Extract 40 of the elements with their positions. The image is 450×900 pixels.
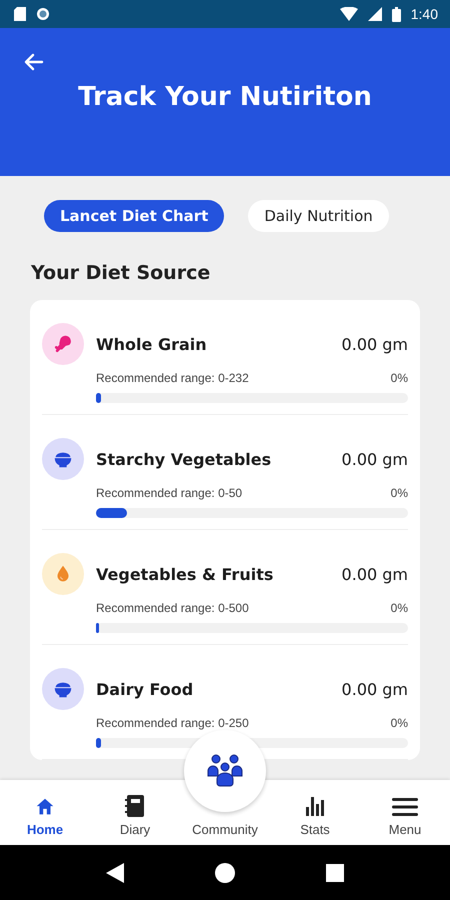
notebook-icon [124,794,146,818]
tab[interactable]: Lancet Diet Chart [44,200,224,232]
back-icon[interactable] [106,862,124,882]
food-amount: 0.00 gm [342,680,408,698]
percent-value: 0% [390,371,408,385]
food-name: Whole Grain [96,334,208,354]
signal-icon [368,7,382,21]
food-name: Dairy Food [96,680,194,698]
percent-value: 0% [390,486,408,500]
wifi-icon [340,7,358,21]
battery-icon [392,6,401,22]
nav-item[interactable]: Community [180,822,270,845]
recommended-range: Recommended range: 0-250 [96,716,249,730]
recommended-range: Recommended range: 0-232 [96,371,249,385]
nav-item[interactable]: Stats [270,780,360,845]
nav-item[interactable]: Menu [360,780,450,845]
community-button[interactable] [184,730,266,812]
nav-item[interactable]: Diary [90,780,180,845]
recommended-range: Recommended range: 0-500 [96,601,249,615]
recents-icon[interactable] [326,864,344,882]
percent-value: 0% [390,601,408,615]
status-time: 1:40 [410,6,438,22]
percent-value: 0% [390,716,408,730]
home-circle-icon[interactable] [214,862,235,882]
section-title: Your Diet Source [31,262,212,284]
bar-chart-icon [303,794,327,818]
drumstick-icon [52,333,74,355]
nav-item[interactable]: Home [0,780,90,845]
recommended-range: Recommended range: 0-50 [96,486,242,500]
food-amount: 0.00 gm [342,564,408,584]
food-amount: 0.00 gm [342,334,408,354]
tab[interactable]: Daily Nutrition [248,200,389,232]
page-title: Track Your Nutiriton [77,82,373,112]
circle-icon [36,7,50,21]
food-name: Starchy Vegetables [96,450,272,468]
sd-card-icon [14,7,26,21]
menu-icon [391,796,419,818]
group-icon [205,754,245,788]
food-name: Vegetables & Fruits [96,564,274,584]
food-amount: 0.00 gm [342,450,408,468]
